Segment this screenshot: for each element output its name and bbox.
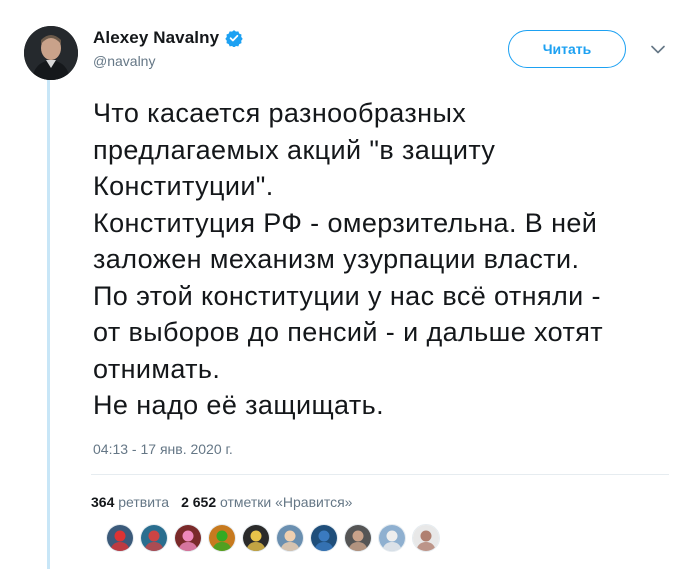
thread-line <box>47 80 50 569</box>
tweet-text-line: По этой конституции у нас всё отняли - <box>93 280 601 311</box>
likes-count: 2 652 <box>181 494 217 510</box>
liker-avatar[interactable] <box>174 524 202 552</box>
tweet-text-line: отнимать. <box>93 353 221 384</box>
tweet-text-line: Конституции". <box>93 171 274 201</box>
tweet-text-line: Не надо её защищать. <box>93 390 385 420</box>
likes-label: отметки «Нравится» <box>220 494 353 510</box>
liker-avatar[interactable] <box>106 524 134 552</box>
retweets-stat[interactable]: 364 ретвита <box>91 494 169 510</box>
liker-avatar[interactable] <box>412 524 440 552</box>
liker-avatar[interactable] <box>310 524 338 552</box>
likes-stat[interactable]: 2 652 отметки «Нравится» <box>181 494 352 510</box>
verified-badge-icon <box>225 29 243 48</box>
follow-button[interactable]: Читать <box>508 30 626 68</box>
tweet-text-line: от выборов до пенсий - и дальше хотят <box>93 317 604 347</box>
tweet-text-line: предлагаемых акций "в защиту <box>93 134 496 165</box>
chevron-down-icon[interactable] <box>648 42 668 56</box>
divider <box>91 474 669 475</box>
tweet-text-line: Конституция РФ - омерзительна. В ней <box>93 207 598 238</box>
author-block: Alexey Navalny @navalny <box>93 28 243 69</box>
tweet-text-line: заложен механизм узурпации власти. <box>93 244 580 274</box>
retweets-label: ретвита <box>118 494 170 510</box>
liker-avatar[interactable] <box>378 524 406 552</box>
liker-avatar[interactable] <box>344 524 372 552</box>
tweet-stats: 364 ретвита 2 652 отметки «Нравится» <box>91 494 352 510</box>
liker-avatar[interactable] <box>242 524 270 552</box>
tweet-text: Что касается разнообразных предлагаемых … <box>93 95 693 424</box>
tweet-timestamp[interactable]: 04:13 - 17 янв. 2020 г. <box>93 441 233 457</box>
author-display-name[interactable]: Alexey Navalny <box>93 28 219 48</box>
author-avatar-image <box>24 26 78 80</box>
author-avatar[interactable] <box>24 26 78 80</box>
tweet-text-line: Что касается разнообразных <box>93 98 467 128</box>
liker-avatar[interactable] <box>276 524 304 552</box>
liked-by-avatars <box>106 524 440 552</box>
liker-avatar[interactable] <box>208 524 236 552</box>
liker-avatar[interactable] <box>140 524 168 552</box>
retweets-count: 364 <box>91 494 115 510</box>
author-handle[interactable]: @navalny <box>93 53 243 69</box>
